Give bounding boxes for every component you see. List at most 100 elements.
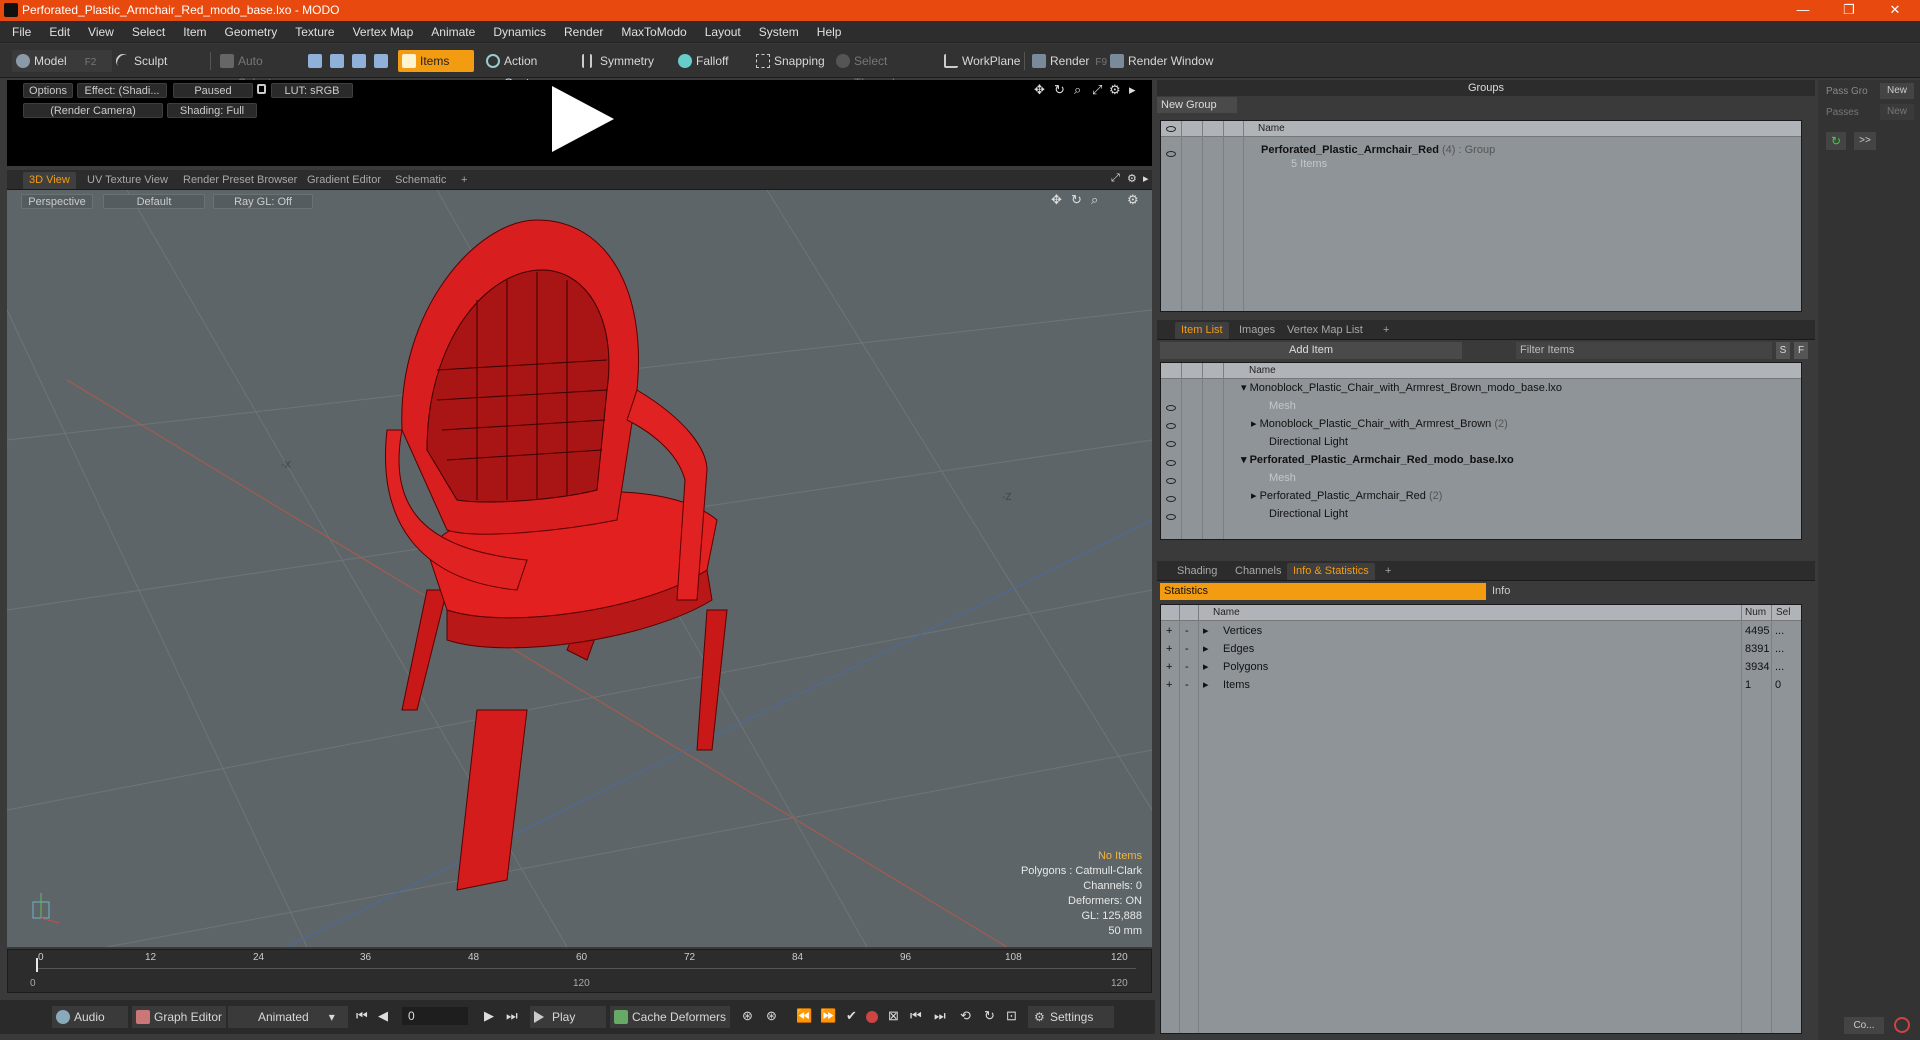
collapse-button[interactable]: Co... xyxy=(1844,1017,1884,1034)
group-row[interactable]: Perforated_Plastic_Armchair_Red (4) : Gr… xyxy=(1261,141,1781,159)
minus-icon[interactable]: - xyxy=(1185,622,1189,640)
key-tool-icon[interactable]: ✔ xyxy=(846,1008,857,1024)
add-tab-button[interactable]: + xyxy=(1379,563,1397,580)
info-tab[interactable]: Info xyxy=(1488,583,1814,600)
maximize-button[interactable]: ❐ xyxy=(1826,0,1872,21)
refresh-icon[interactable]: ↻ xyxy=(984,1008,995,1024)
table-row[interactable]: + - ▸ Vertices 4495... xyxy=(1161,622,1801,640)
list-item[interactable]: Directional Light xyxy=(1269,505,1348,523)
list-item[interactable]: ▸ Perforated_Plastic_Armchair_Red (2) xyxy=(1251,487,1442,505)
list-item[interactable]: Mesh xyxy=(1269,397,1296,415)
3d-viewport[interactable]: Perspective Default Ray GL: Off -X -Z ✥ … xyxy=(7,190,1152,947)
add-tab-button[interactable]: + xyxy=(455,172,473,189)
menu-help[interactable]: Help xyxy=(808,21,851,43)
minimize-button[interactable]: — xyxy=(1780,0,1826,21)
add-tab-button[interactable]: + xyxy=(1377,322,1395,339)
arrow-right-icon[interactable]: ▸ xyxy=(1143,172,1149,185)
menu-select[interactable]: Select xyxy=(123,21,174,43)
visibility-eye-icon[interactable] xyxy=(1166,514,1176,520)
menu-render[interactable]: Render xyxy=(555,21,612,43)
select-through-button[interactable]: Select Through xyxy=(832,50,932,90)
skip-key-forward-icon[interactable]: ⏭ xyxy=(934,1008,946,1024)
snapping-button[interactable]: Snapping xyxy=(752,50,832,72)
visibility-eye-icon[interactable] xyxy=(1166,460,1176,466)
visibility-eye-icon[interactable] xyxy=(1166,423,1176,429)
autokey-icon[interactable]: ⊛ xyxy=(766,1008,777,1024)
gear-icon[interactable]: ⚙ xyxy=(1127,192,1139,208)
expand-arrow-icon[interactable]: ▸ xyxy=(1251,418,1260,430)
tab-schematic[interactable]: Schematic xyxy=(389,172,452,189)
close-button[interactable]: ✕ xyxy=(1872,0,1918,21)
perspective-dropdown[interactable]: Perspective xyxy=(21,194,93,209)
timeline[interactable]: 0 12 24 36 48 60 72 84 96 108 120 0 120 … xyxy=(7,949,1152,993)
add-item-button[interactable]: Add Item xyxy=(1160,342,1462,359)
menu-geometry[interactable]: Geometry xyxy=(216,21,287,43)
tab-3d-view[interactable]: 3D View xyxy=(23,172,76,189)
expand-icon[interactable]: ⤢ xyxy=(1111,172,1120,185)
preview-effect-dropdown[interactable]: Effect: (Shadi... xyxy=(77,83,167,98)
play-icon[interactable] xyxy=(552,86,614,152)
menu-edit[interactable]: Edit xyxy=(40,21,79,43)
tab-images[interactable]: Images xyxy=(1233,322,1281,339)
menu-dynamics[interactable]: Dynamics xyxy=(484,21,555,43)
statistics-tab[interactable]: Statistics xyxy=(1160,583,1486,600)
render-window-button[interactable]: Render Window xyxy=(1106,50,1216,72)
tab-gradient-editor[interactable]: Gradient Editor xyxy=(301,172,387,189)
collapse-arrow-icon[interactable]: ▾ xyxy=(1241,454,1250,466)
gear-icon[interactable]: ⚙ xyxy=(1109,82,1121,98)
plus-icon[interactable]: + xyxy=(1166,658,1172,676)
model-mode-button[interactable]: Model F2 xyxy=(12,50,112,72)
delete-key-icon[interactable]: ⊠ xyxy=(888,1008,899,1024)
visibility-eye-icon[interactable] xyxy=(1166,478,1176,484)
play-button[interactable]: Play xyxy=(530,1006,606,1028)
render-button[interactable]: Render F9 xyxy=(1028,50,1108,72)
filter-items-input[interactable]: Filter Items xyxy=(1516,342,1772,359)
expand-arrow-icon[interactable]: ▸ xyxy=(1251,490,1260,502)
vertices-mode-icon[interactable] xyxy=(308,54,322,68)
visibility-eye-icon[interactable] xyxy=(1166,151,1176,157)
more-button[interactable]: >> xyxy=(1854,132,1876,150)
table-row[interactable]: + - ▸ Polygons 3934... xyxy=(1161,658,1801,676)
record-icon[interactable] xyxy=(866,1011,878,1023)
menu-animate[interactable]: Animate xyxy=(422,21,484,43)
action-center-button[interactable]: Action Center xyxy=(482,50,572,90)
symmetry-button[interactable]: Symmetry xyxy=(578,50,658,72)
materials-mode-icon[interactable] xyxy=(374,54,388,68)
menu-vertex-map[interactable]: Vertex Map xyxy=(344,21,423,43)
table-row[interactable]: + - ▸ Items 1 0 xyxy=(1161,676,1801,694)
menu-item[interactable]: Item xyxy=(174,21,215,43)
list-item[interactable]: Mesh xyxy=(1269,469,1296,487)
collapse-arrow-icon[interactable]: ▾ xyxy=(1241,382,1250,394)
step-back-icon[interactable]: ◀ xyxy=(378,1008,388,1024)
skip-start-icon[interactable]: ⏮ xyxy=(356,1008,368,1024)
table-row[interactable]: + - ▸ Edges 8391... xyxy=(1161,640,1801,658)
menu-layout[interactable]: Layout xyxy=(696,21,750,43)
settings-button[interactable]: ⚙ Settings xyxy=(1028,1006,1114,1028)
arrow-right-icon[interactable]: ▸ xyxy=(1129,82,1136,98)
plus-icon[interactable]: + xyxy=(1166,676,1172,694)
move-view-icon[interactable]: ✥ xyxy=(1051,192,1062,208)
rotate-view-icon[interactable]: ↻ xyxy=(1054,82,1065,98)
menu-system[interactable]: System xyxy=(750,21,808,43)
list-item[interactable]: ▸ Monoblock_Plastic_Chair_with_Armrest_B… xyxy=(1251,415,1508,433)
menu-view[interactable]: View xyxy=(79,21,123,43)
workplane-button[interactable]: WorkPlane xyxy=(940,50,1020,72)
list-item[interactable]: Directional Light xyxy=(1269,433,1348,451)
new-pass-button[interactable]: New xyxy=(1880,104,1914,120)
expand-arrow-icon[interactable]: ▸ xyxy=(1203,658,1209,676)
tab-item-list[interactable]: Item List xyxy=(1175,322,1229,339)
new-pass-group-button[interactable]: New xyxy=(1880,83,1914,99)
list-item[interactable]: ▾ Monoblock_Plastic_Chair_with_Armrest_B… xyxy=(1241,379,1562,397)
tab-uv-texture-view[interactable]: UV Texture View xyxy=(81,172,174,189)
skip-end-icon[interactable]: ⏭ xyxy=(506,1008,518,1024)
raygl-toggle[interactable]: Ray GL: Off xyxy=(213,194,313,209)
minus-icon[interactable]: - xyxy=(1185,640,1189,658)
preview-lut-dropdown[interactable]: LUT: sRGB xyxy=(271,83,353,98)
frame-input[interactable]: 0 xyxy=(402,1007,468,1025)
preview-options-button[interactable]: Options xyxy=(23,83,73,98)
step-forward-icon[interactable]: ▶ xyxy=(484,1008,494,1024)
tab-info-statistics[interactable]: Info & Statistics xyxy=(1287,563,1375,580)
expand-arrow-icon[interactable]: ▸ xyxy=(1203,622,1209,640)
tab-channels[interactable]: Channels xyxy=(1229,563,1287,580)
plus-icon[interactable]: + xyxy=(1166,640,1172,658)
